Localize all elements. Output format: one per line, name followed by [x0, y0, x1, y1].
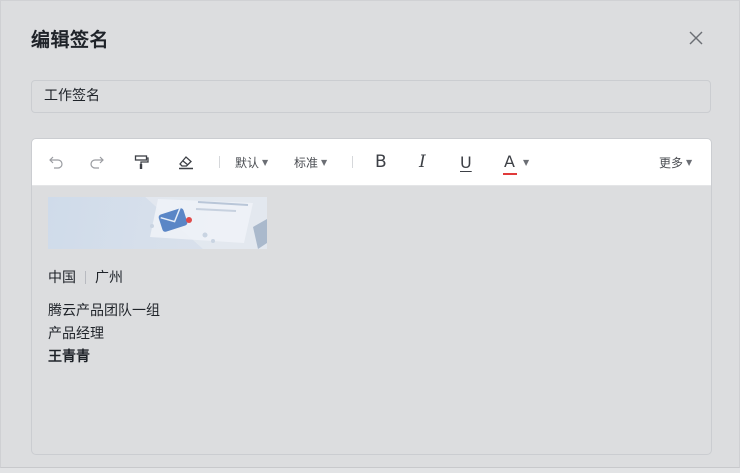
- format-painter-button[interactable]: [133, 139, 149, 185]
- toolbar-divider: [219, 156, 220, 168]
- signature-team: 腾云产品团队一组: [48, 303, 160, 319]
- font-color-dropdown[interactable]: A ▼: [503, 139, 530, 185]
- font-family-value: 默认: [235, 155, 260, 170]
- bold-button[interactable]: B: [375, 139, 387, 185]
- font-color-bar: [503, 172, 517, 175]
- redo-button[interactable]: [89, 139, 105, 185]
- font-size-value: 标准: [294, 155, 319, 170]
- caret-down-icon: ▼: [262, 157, 269, 167]
- signature-job-title: 产品经理: [48, 326, 104, 342]
- eraser-icon: [179, 156, 193, 170]
- close-icon: [689, 31, 703, 45]
- signature-editor[interactable]: 默认 ▼ 标准 ▼ B I U A ▼ 更多 ▼ 中国 广州 腾云产品团队一组 …: [31, 138, 712, 455]
- more-label: 更多: [659, 155, 684, 170]
- signature-banner-image: [48, 197, 267, 249]
- font-family-dropdown[interactable]: 默认 ▼: [235, 139, 268, 185]
- underline-label: U: [460, 152, 472, 172]
- undo-button[interactable]: [48, 139, 64, 185]
- location-divider: [85, 270, 86, 284]
- clear-format-button[interactable]: [177, 139, 195, 185]
- font-size-dropdown[interactable]: 标准 ▼: [294, 139, 327, 185]
- dialog-title: 编辑签名: [31, 29, 110, 51]
- signature-location: 中国 广州: [48, 267, 123, 287]
- location-city: 广州: [95, 270, 123, 286]
- caret-down-icon: ▼: [321, 157, 328, 167]
- signature-person-name: 王青青: [48, 349, 90, 365]
- caret-down-icon: ▼: [686, 157, 693, 167]
- banner-illustration: [145, 197, 267, 249]
- more-dropdown[interactable]: 更多 ▼: [659, 139, 692, 185]
- bold-label: B: [375, 152, 387, 172]
- edit-signature-dialog: 编辑签名 工作签名 默认 ▼ 标准 ▼ B I U A ▼ 更多 ▼ 中国 广州…: [0, 0, 740, 468]
- toolbar-divider: [352, 156, 353, 168]
- caret-down-icon: ▼: [522, 157, 530, 167]
- italic-button[interactable]: I: [419, 139, 426, 185]
- font-color-swatch: A: [503, 151, 517, 175]
- undo-icon: [49, 156, 63, 169]
- underline-button[interactable]: U: [460, 139, 472, 185]
- font-color-label: A: [504, 151, 515, 171]
- signature-name-input[interactable]: 工作签名: [31, 80, 711, 113]
- editor-toolbar: 默认 ▼ 标准 ▼ B I U A ▼ 更多 ▼: [32, 139, 711, 186]
- format-painter-icon: [134, 155, 149, 169]
- italic-label: I: [419, 152, 426, 172]
- close-button[interactable]: [685, 27, 707, 49]
- location-country: 中国: [48, 270, 76, 286]
- redo-icon: [90, 156, 104, 169]
